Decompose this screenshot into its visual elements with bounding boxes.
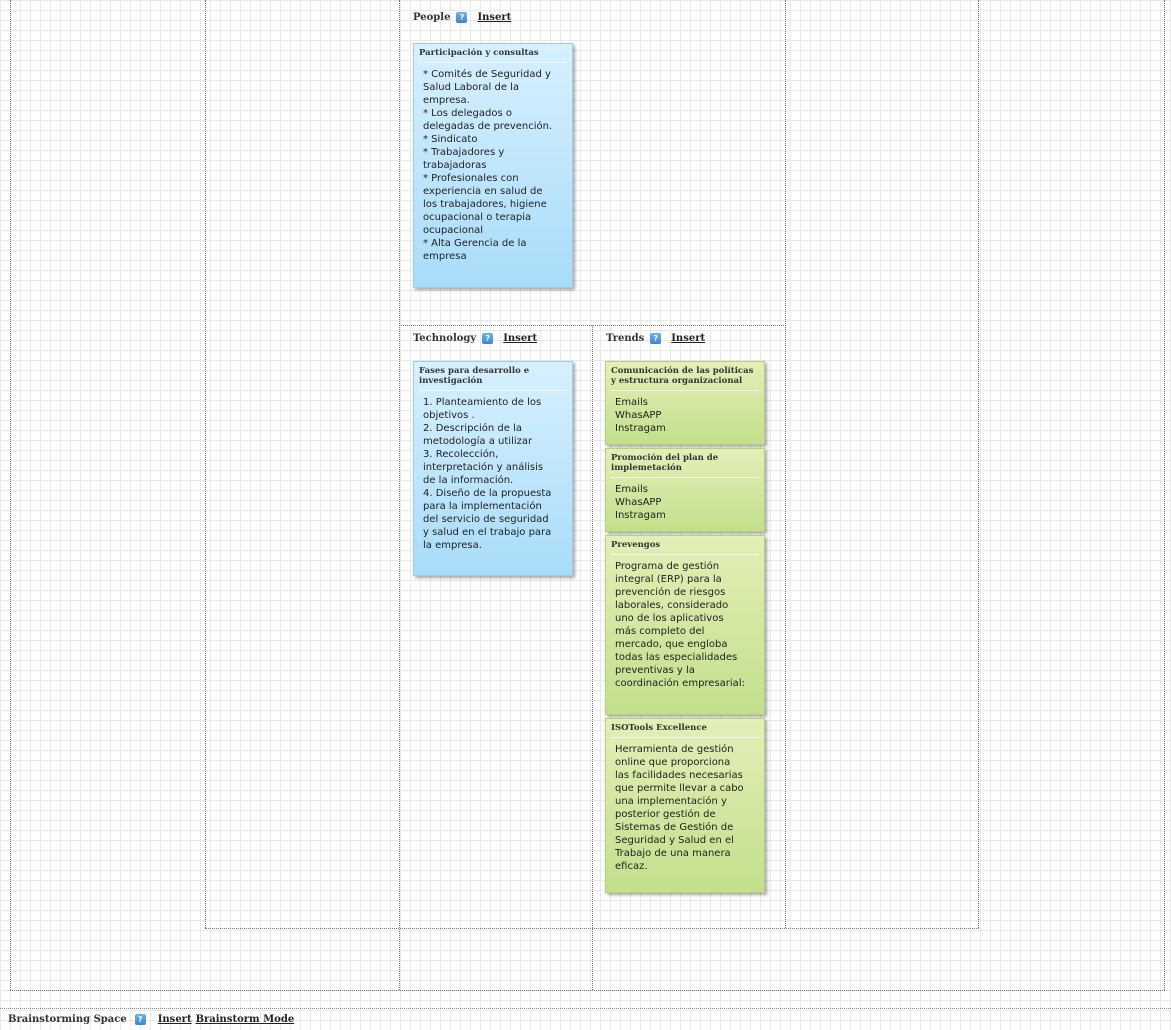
- trends-note-promocion[interactable]: Promoción del plan de implemetación Emai…: [605, 448, 765, 532]
- people-insert-link[interactable]: Insert: [477, 12, 511, 23]
- technology-help-icon[interactable]: ?: [482, 333, 494, 344]
- note-body: Emails WhasAPP Instragam: [615, 484, 666, 521]
- strategy-column-right-border: [978, 0, 979, 928]
- trends-note-prevengos[interactable]: Prevengos Programa de gestión integral (…: [605, 535, 765, 715]
- technology-section-header: Technology ? Insert: [413, 333, 537, 344]
- note-title: Prevengos: [611, 540, 759, 555]
- note-title: Fases para desarrollo e investigación: [419, 366, 567, 391]
- note-body: 1. Planteamiento de los objetivos . 2. D…: [423, 397, 552, 551]
- brainstorming-insert-link[interactable]: Insert: [158, 1014, 192, 1025]
- trends-section-header: Trends ? Insert: [606, 333, 705, 344]
- strategy-column-left-border: [205, 0, 206, 928]
- note-title: Promoción del plan de implemetación: [611, 453, 759, 478]
- note-body: Emails WhasAPP Instragam: [615, 397, 666, 434]
- brainstorming-space-bar: Brainstorming Space ? Insert Brainstorm …: [0, 1008, 1171, 1030]
- outer-right-border: [1164, 0, 1165, 990]
- trends-section-title: Trends: [606, 333, 645, 344]
- people-left-border: [399, 0, 400, 990]
- people-section-title: People: [413, 12, 451, 23]
- outer-left-border: [10, 0, 11, 990]
- trends-note-isotools[interactable]: ISOTools Excellence Herramienta de gesti…: [605, 718, 765, 893]
- brainstorming-space-title: Brainstorming Space: [8, 1014, 127, 1025]
- people-help-icon[interactable]: ?: [456, 12, 468, 23]
- technology-insert-link[interactable]: Insert: [503, 333, 537, 344]
- people-note-participacion[interactable]: Participación y consultas * Comités de S…: [413, 43, 573, 288]
- note-body: Herramienta de gestión online que propor…: [615, 744, 744, 872]
- people-right-border: [785, 0, 786, 928]
- note-body: * Comités de Seguridad y Salud Laboral d…: [423, 69, 553, 262]
- note-title: ISOTools Excellence: [611, 723, 759, 738]
- note-title: Comunicación de las políticas y estructu…: [611, 366, 759, 391]
- brainstorm-mode-link[interactable]: Brainstorm Mode: [196, 1014, 295, 1025]
- brainstorming-help-icon[interactable]: ?: [134, 1014, 146, 1025]
- trends-insert-link[interactable]: Insert: [671, 333, 705, 344]
- trends-help-icon[interactable]: ?: [650, 333, 662, 344]
- technology-trends-divider: [592, 325, 593, 990]
- note-title: Participación y consultas: [419, 48, 567, 63]
- people-section-header: People ? Insert: [413, 12, 511, 23]
- outer-bottom-border: [10, 990, 1165, 991]
- technology-note-fases[interactable]: Fases para desarrollo e investigación 1.…: [413, 361, 573, 576]
- technology-section-title: Technology: [413, 333, 477, 344]
- trends-note-comunicacion[interactable]: Comunicación de las políticas y estructu…: [605, 361, 765, 445]
- note-body: Programa de gestión integral (ERP) para …: [615, 561, 745, 689]
